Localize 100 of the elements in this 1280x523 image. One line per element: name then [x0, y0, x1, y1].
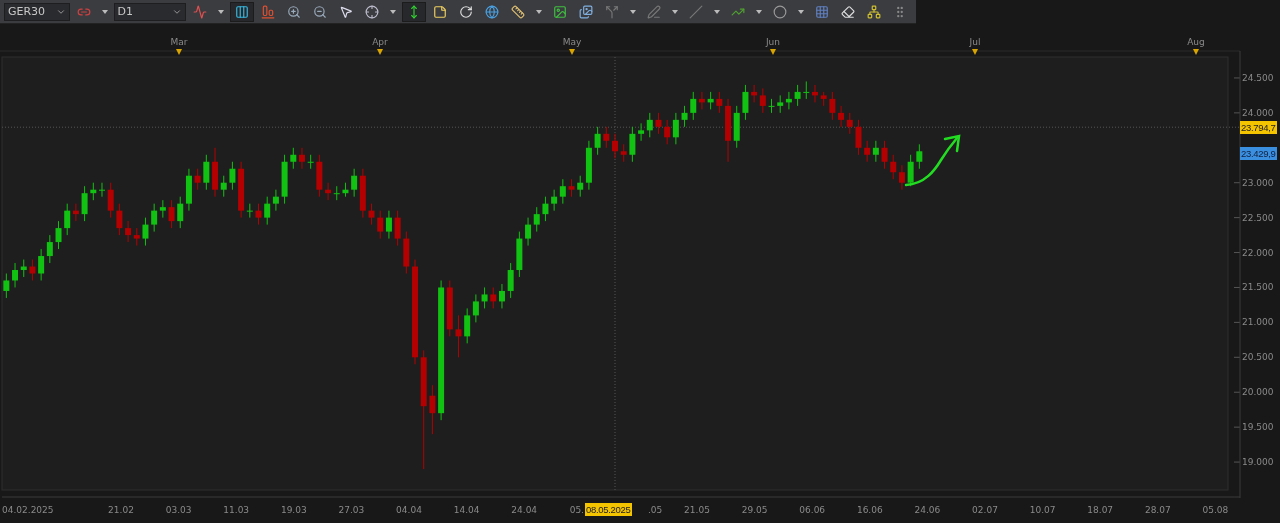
caret-icon[interactable]: [390, 9, 396, 14]
crosshair-price: 23.794,7: [1240, 121, 1277, 135]
crosshair-icon: [365, 4, 379, 19]
current-price: 23.429,9: [1240, 146, 1277, 160]
tree-icon: [867, 4, 881, 19]
caret-icon[interactable]: [714, 9, 720, 14]
candle: [394, 210, 401, 247]
month-label: Apr: [372, 37, 388, 47]
date-label: 21.02: [108, 505, 134, 515]
caret-icon[interactable]: [101, 9, 108, 14]
candle: [594, 126, 601, 156]
price-label: 20.000: [1242, 387, 1274, 398]
candle: [742, 84, 749, 121]
date-label: 28.07: [1144, 505, 1171, 515]
date-label: 18.07: [1087, 505, 1114, 515]
candle: [707, 91, 714, 110]
crosshair-date: 08.05.2025: [585, 503, 632, 516]
candle: [881, 140, 888, 170]
symbol-select[interactable]: GER30: [4, 2, 70, 21]
price-label: 21.000: [1242, 317, 1274, 328]
price-label: 22.500: [1242, 212, 1274, 223]
candle: [299, 147, 305, 170]
candle: [368, 203, 375, 226]
toolbar-button[interactable]: [402, 1, 426, 22]
caret-icon[interactable]: [536, 9, 542, 14]
candle: [316, 154, 323, 198]
price-label: 23.000: [1242, 177, 1274, 188]
candles-icon: [235, 4, 249, 19]
timeframe-select[interactable]: D1: [113, 2, 186, 21]
images-icon: [579, 4, 593, 19]
ruler-icon: [511, 4, 525, 19]
candle: [542, 196, 549, 222]
line-chart-icon: [193, 4, 207, 19]
candle: [481, 286, 488, 309]
candle: [142, 217, 149, 247]
price-label: 22.000: [1242, 247, 1274, 258]
candle: [829, 91, 836, 121]
date-label: 19.03: [280, 505, 307, 515]
caret-icon[interactable]: [218, 9, 224, 14]
date-label: 21.05: [684, 505, 710, 515]
candle: [99, 182, 105, 198]
candle: [612, 133, 618, 159]
candle: [90, 182, 97, 201]
ellipse-icon: [773, 4, 787, 19]
month-label: Aug: [1187, 37, 1205, 47]
date-label: 03.03: [165, 505, 192, 515]
slash-icon: [689, 4, 703, 19]
candle: [81, 185, 88, 222]
candle: [342, 182, 349, 198]
candle: [655, 112, 662, 135]
note-icon: [433, 4, 447, 19]
candle: [229, 161, 236, 191]
candle: [55, 220, 62, 250]
month-label: Mar: [170, 37, 188, 47]
date-label: 04.04: [396, 505, 422, 515]
candle: [403, 231, 410, 274]
candle: [681, 105, 688, 128]
cursor-icon: [339, 4, 353, 19]
candle: [255, 203, 262, 226]
candle: [812, 84, 818, 103]
caret-icon[interactable]: [672, 9, 678, 14]
date-label: 24.06: [914, 505, 941, 515]
date-label: 14.04: [453, 505, 480, 515]
date-label: .05: [648, 505, 663, 515]
candle: [820, 91, 827, 107]
grid-icon: [815, 4, 829, 19]
arrow-drawing: [904, 134, 961, 187]
candle: [203, 154, 210, 191]
toolbar-button[interactable]: [230, 1, 254, 22]
date-label: 02.07: [972, 505, 998, 515]
date-label: 05.: [569, 505, 584, 515]
price-label: 19.500: [1242, 422, 1274, 433]
date-label: 27.03: [338, 505, 365, 515]
price-label: 24.000: [1242, 107, 1274, 118]
caret-icon[interactable]: [756, 9, 762, 14]
zoom-out-icon: [313, 4, 327, 19]
eraser-icon: [841, 4, 855, 19]
candle: [194, 168, 201, 191]
zoom-in-icon: [287, 4, 301, 19]
candle: [768, 98, 775, 114]
bars-icon: [261, 4, 275, 19]
candle: [107, 182, 114, 219]
price-label: 24.500: [1242, 72, 1274, 83]
caret-icon[interactable]: [798, 9, 804, 14]
candle: [3, 273, 10, 299]
candle: [307, 154, 314, 170]
date-label: 29.05: [741, 505, 768, 515]
price-label: 19.000: [1242, 457, 1274, 468]
date-label: 06.06: [799, 505, 826, 515]
candle: [803, 80, 810, 100]
candle: [507, 262, 514, 299]
date-label: 24.04: [511, 505, 538, 515]
candle: [916, 143, 923, 170]
candle: [620, 143, 627, 163]
date-label: 05.08: [1202, 505, 1229, 515]
caret-icon[interactable]: [630, 9, 636, 14]
candle: [168, 199, 175, 229]
price-label: 20.500: [1242, 352, 1274, 363]
candle: [568, 178, 575, 198]
date-label: 10.07: [1029, 505, 1056, 515]
